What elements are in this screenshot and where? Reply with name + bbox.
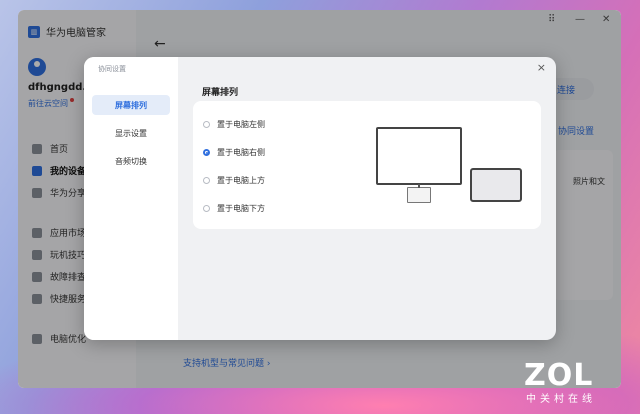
dialog-title: 协同设置 [98, 65, 126, 73]
radio-left[interactable] [203, 121, 210, 128]
radio-top[interactable] [203, 177, 210, 184]
tablet-screen-diagram[interactable] [470, 168, 522, 202]
option-label: 置于电脑上方 [217, 176, 265, 185]
option-right[interactable]: 置于电脑右侧 [203, 147, 265, 158]
dialog-close-button[interactable]: × [537, 61, 546, 74]
section-title: 屏幕排列 [202, 88, 239, 98]
watermark-logo: ZOL [524, 358, 594, 393]
coop-settings-dialog: 协同设置 × 屏幕排列 显示设置 音频切换 屏幕排列 置于电脑左侧 置于电脑右侧… [84, 57, 556, 340]
pc-monitor-diagram [376, 127, 462, 185]
monitor-stand-icon [407, 184, 431, 203]
tab-audio-switch[interactable]: 音频切换 [92, 151, 170, 171]
option-bottom[interactable]: 置于电脑下方 [203, 203, 265, 214]
radio-bottom[interactable] [203, 205, 210, 212]
tab-screen-arrangement[interactable]: 屏幕排列 [92, 95, 170, 115]
option-label: 置于电脑右侧 [217, 148, 265, 157]
arrangement-panel: 置于电脑左侧 置于电脑右侧 置于电脑上方 置于电脑下方 [193, 101, 541, 229]
option-label: 置于电脑左侧 [217, 120, 265, 129]
radio-right-selected[interactable] [203, 149, 210, 156]
option-top[interactable]: 置于电脑上方 [203, 175, 265, 186]
watermark-subtitle: 中关村在线 [526, 394, 596, 405]
tab-display-settings[interactable]: 显示设置 [92, 123, 170, 143]
option-label: 置于电脑下方 [217, 204, 265, 213]
option-left[interactable]: 置于电脑左侧 [203, 119, 265, 130]
